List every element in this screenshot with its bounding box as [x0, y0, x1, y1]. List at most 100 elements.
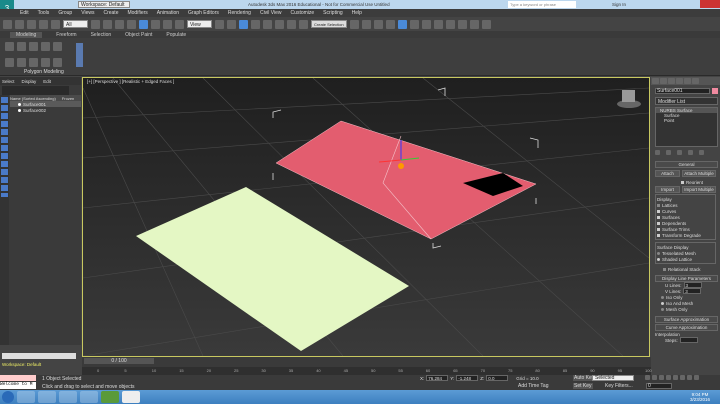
- clock[interactable]: 9:04 PM 3/23/2016: [690, 392, 710, 402]
- maxscript-mini-listener-top[interactable]: [0, 375, 36, 381]
- show-end-result-icon[interactable]: [666, 150, 671, 155]
- object-color-swatch[interactable]: [712, 88, 718, 94]
- file-explorer-icon[interactable]: [38, 391, 56, 403]
- workspace-dropdown[interactable]: Workspace: Default: [78, 1, 130, 8]
- ribbon-tool-icon[interactable]: [17, 42, 26, 51]
- rotate-icon[interactable]: [151, 19, 160, 29]
- explorer-menu-display[interactable]: Display: [22, 79, 37, 84]
- maximize-viewport-icon[interactable]: [694, 375, 699, 380]
- close-window-button[interactable]: [700, 0, 720, 8]
- light-bulb-icon[interactable]: [18, 108, 21, 112]
- snaps-icon[interactable]: [251, 19, 260, 29]
- go-to-end-icon[interactable]: [673, 375, 678, 380]
- ribbon-tool-icon[interactable]: [5, 42, 14, 51]
- time-slider[interactable]: 0 / 100: [82, 357, 651, 367]
- bind-space-warp-icon[interactable]: [51, 19, 60, 29]
- place-icon[interactable]: [175, 19, 184, 29]
- light-bulb-icon[interactable]: [18, 102, 21, 106]
- link-icon[interactable]: [27, 19, 36, 29]
- polygon-modeling-dropdown[interactable]: Polygon Modeling: [24, 69, 64, 75]
- keyboard-shortcut-override-icon[interactable]: [239, 19, 248, 29]
- import-button[interactable]: Import: [655, 186, 680, 193]
- create-tab-icon[interactable]: [652, 78, 659, 84]
- pivot-icon[interactable]: [215, 19, 224, 29]
- select-by-name-icon[interactable]: [103, 19, 112, 29]
- internet-explorer-icon[interactable]: [17, 391, 35, 403]
- 3ds-max-icon[interactable]: [80, 391, 98, 403]
- key-filters-button[interactable]: Key Filters...: [605, 383, 633, 389]
- surface-approximation-rollout[interactable]: Surface Approximation: [655, 316, 718, 323]
- transform-degrade-checkbox[interactable]: [657, 233, 660, 237]
- column-name[interactable]: Name (Sorted Ascending): [10, 96, 56, 101]
- dependents-checkbox[interactable]: [657, 221, 660, 225]
- key-mode-dropdown[interactable]: Selected: [592, 375, 634, 381]
- zoom-extents-icon[interactable]: [687, 375, 692, 380]
- menu-create[interactable]: Create: [103, 10, 118, 16]
- explorer-search-input[interactable]: [2, 86, 69, 95]
- schematic-view-icon[interactable]: [422, 19, 431, 29]
- rectangular-selection-icon[interactable]: [115, 19, 124, 29]
- window-crossing-icon[interactable]: [127, 19, 136, 29]
- list-item[interactable]: Surface002: [10, 107, 81, 113]
- ribbon-tool-icon[interactable]: [41, 42, 50, 51]
- ribbon-toggle-icon[interactable]: [386, 19, 395, 29]
- ribbon-tool-icon[interactable]: [29, 58, 38, 67]
- zoom-icon[interactable]: [680, 375, 685, 380]
- select-object-icon[interactable]: [91, 19, 100, 29]
- next-frame-icon[interactable]: [666, 375, 671, 380]
- ribbon-tool-icon[interactable]: [29, 42, 38, 51]
- display-line-parameters-rollout[interactable]: Display Line Parameters: [655, 275, 718, 282]
- remove-modifier-icon[interactable]: [688, 150, 693, 155]
- camtasia-recorder-icon[interactable]: [122, 391, 140, 403]
- track-bar[interactable]: 0 5 10 15 20 25 30 35 40 45 50 55 60 65 70 75 80 85 90 95 10…: [82, 367, 652, 375]
- iso-only-radio[interactable]: [661, 295, 664, 299]
- scale-icon[interactable]: [163, 19, 172, 29]
- y-coordinate[interactable]: -1.248: [456, 375, 479, 381]
- tesselated-mesh-radio[interactable]: [657, 251, 660, 255]
- menu-tools[interactable]: Tools: [38, 10, 50, 16]
- attach-button[interactable]: Attach: [655, 170, 680, 177]
- search-input[interactable]: Type a keyword or phrase: [508, 1, 576, 8]
- move-icon[interactable]: [139, 19, 148, 29]
- modifier-list-dropdown[interactable]: Modifier List: [655, 97, 718, 105]
- reorient-checkbox[interactable]: [681, 180, 684, 184]
- steps-spinner[interactable]: [679, 337, 698, 343]
- material-editor-icon[interactable]: [434, 19, 443, 29]
- layer-explorer-icon[interactable]: [374, 19, 383, 29]
- chrome-icon[interactable]: [59, 391, 77, 403]
- curves-checkbox[interactable]: [657, 209, 660, 213]
- ribbon-tool-icon[interactable]: [5, 58, 14, 67]
- menu-graph-editors[interactable]: Graph Editors: [188, 10, 219, 16]
- configure-sets-icon[interactable]: [699, 150, 704, 155]
- start-button-icon[interactable]: [2, 391, 14, 403]
- general-rollout[interactable]: General: [655, 161, 718, 168]
- previous-frame-icon[interactable]: [652, 375, 657, 380]
- v-lines-spinner[interactable]: 3: [683, 288, 702, 294]
- utilities-tab-icon[interactable]: [692, 78, 699, 84]
- menu-animation[interactable]: Animation: [157, 10, 179, 16]
- render-setup-icon[interactable]: [446, 19, 455, 29]
- mesh-only-radio[interactable]: [661, 307, 664, 311]
- make-unique-icon[interactable]: [677, 150, 682, 155]
- surface-trims-checkbox[interactable]: [657, 227, 660, 231]
- edit-named-selection-icon[interactable]: [299, 19, 308, 29]
- rendered-frame-icon[interactable]: [458, 19, 467, 29]
- menu-rendering[interactable]: Rendering: [228, 10, 251, 16]
- reference-coordinate-dropdown[interactable]: View: [187, 20, 212, 28]
- display-tab-icon[interactable]: [684, 78, 691, 84]
- iso-and-mesh-radio[interactable]: [661, 301, 664, 305]
- workspace-selector[interactable]: Workspace: Default: [2, 362, 41, 367]
- menu-group[interactable]: Group: [58, 10, 72, 16]
- ribbon-tool-icon[interactable]: [17, 58, 26, 67]
- menu-modifiers[interactable]: Modifiers: [127, 10, 147, 16]
- surfaces-checkbox[interactable]: [657, 215, 660, 219]
- relational-stack-checkbox[interactable]: [663, 267, 666, 271]
- named-selection-input[interactable]: Create Selection Set: [311, 20, 347, 35]
- go-to-start-icon[interactable]: [645, 375, 650, 380]
- lattices-checkbox[interactable]: [657, 203, 660, 207]
- angle-snap-icon[interactable]: [263, 19, 272, 29]
- ribbon-side-tools[interactable]: [76, 43, 83, 67]
- x-coordinate[interactable]: 76.284: [426, 375, 449, 381]
- pin-stack-icon[interactable]: [655, 150, 660, 155]
- render-icon[interactable]: [470, 19, 479, 29]
